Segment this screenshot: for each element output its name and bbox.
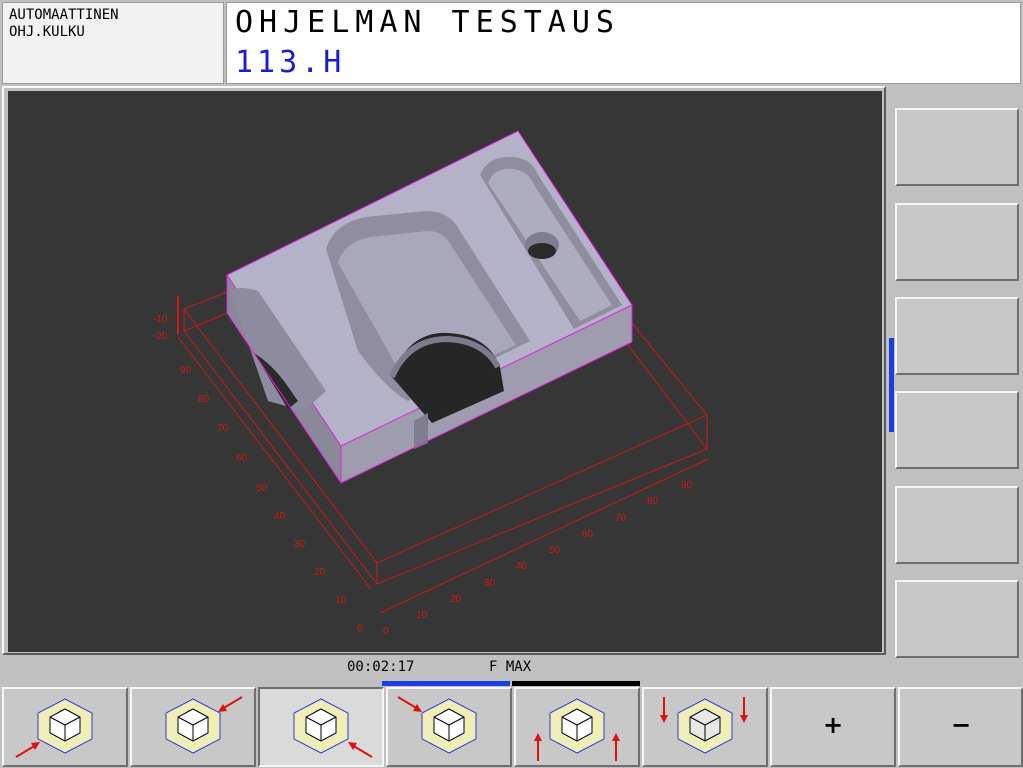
vertical-softkey-3[interactable] xyxy=(895,297,1019,375)
x-tick-label: 20 xyxy=(450,594,462,605)
operating-mode-box: AUTOMAATTINEN OHJ.KULKU xyxy=(2,2,224,84)
x-tick-label: 80 xyxy=(647,496,659,507)
y-tick-label: 0 xyxy=(357,623,363,634)
view-front-right-icon xyxy=(293,698,373,758)
page-title: OHJELMAN TESTAUS xyxy=(235,5,620,40)
workpiece-3d-view: -10 -20 0 10 20 30 40 50 60 70 80 90 0 1… xyxy=(153,130,709,637)
vertical-softkey-4[interactable] xyxy=(895,391,1019,469)
view-rotate-down-icon xyxy=(660,697,748,754)
feed-rate: F MAX xyxy=(489,659,532,675)
x-tick-label: 30 xyxy=(484,578,496,589)
view-rotate-down-button[interactable] xyxy=(642,687,768,767)
x-axis-ruler xyxy=(379,458,709,614)
y-tick-label: 30 xyxy=(294,539,306,550)
view-back-left-icon xyxy=(397,696,477,754)
y-tick-label: 90 xyxy=(180,365,192,376)
y-tick-label: 60 xyxy=(236,453,248,464)
view-back-left-button[interactable] xyxy=(386,687,512,767)
zoom-plus-button[interactable]: + xyxy=(770,687,896,767)
softkey-row-indicator-active xyxy=(382,681,510,686)
view-front-left-icon xyxy=(15,698,93,758)
title-box: OHJELMAN TESTAUS 113.H xyxy=(226,2,1021,84)
y-tick-label: 70 xyxy=(217,423,229,434)
view-front-right-button[interactable] xyxy=(258,687,384,767)
workpiece xyxy=(226,130,633,484)
view-rotate-up-button[interactable] xyxy=(514,687,640,767)
x-tick-label: 0 xyxy=(383,626,389,637)
status-line: 00:02:17 F MAX xyxy=(0,658,1023,680)
x-tick-label: 40 xyxy=(516,561,528,572)
y-tick-label: 80 xyxy=(198,394,210,405)
graphic-frame: -10 -20 0 10 20 30 40 50 60 70 80 90 0 1… xyxy=(2,86,886,655)
run-time: 00:02:17 xyxy=(347,659,415,675)
minus-label: − xyxy=(950,711,972,739)
vertical-softkey-2[interactable] xyxy=(895,203,1019,281)
z-label: -20 xyxy=(153,331,168,342)
view-back-right-icon xyxy=(165,696,243,754)
x-tick-label: 90 xyxy=(681,480,693,491)
z-label: -10 xyxy=(153,314,168,325)
vertical-softkey-6[interactable] xyxy=(895,580,1019,658)
view-rotate-up-icon xyxy=(534,698,620,761)
vertical-softkey-5[interactable] xyxy=(895,486,1019,564)
simulation-graphic[interactable]: -10 -20 0 10 20 30 40 50 60 70 80 90 0 1… xyxy=(8,91,882,652)
zoom-minus-button[interactable]: − xyxy=(898,687,1023,767)
x-tick-label: 70 xyxy=(615,513,627,524)
vertical-softkey-1[interactable] xyxy=(895,108,1019,186)
y-tick-label: 20 xyxy=(314,567,326,578)
y-tick-label: 50 xyxy=(256,483,268,494)
x-tick-label: 60 xyxy=(582,529,594,540)
softkey-scroll-indicator xyxy=(889,338,894,432)
vertical-softkey-column xyxy=(889,86,1023,661)
softkey-row-indicator xyxy=(512,681,640,686)
x-tick-label: 50 xyxy=(549,545,561,556)
plus-label: + xyxy=(822,711,844,739)
view-back-right-button[interactable] xyxy=(130,687,256,767)
y-tick-label: 40 xyxy=(274,511,286,522)
mode-line-2: OHJ.KULKU xyxy=(9,24,85,40)
view-front-left-button[interactable] xyxy=(2,687,128,767)
mode-line-1: AUTOMAATTINEN xyxy=(9,7,119,23)
program-name: 113.H xyxy=(235,45,346,80)
x-tick-label: 10 xyxy=(416,610,428,621)
y-tick-label: 10 xyxy=(335,595,347,606)
